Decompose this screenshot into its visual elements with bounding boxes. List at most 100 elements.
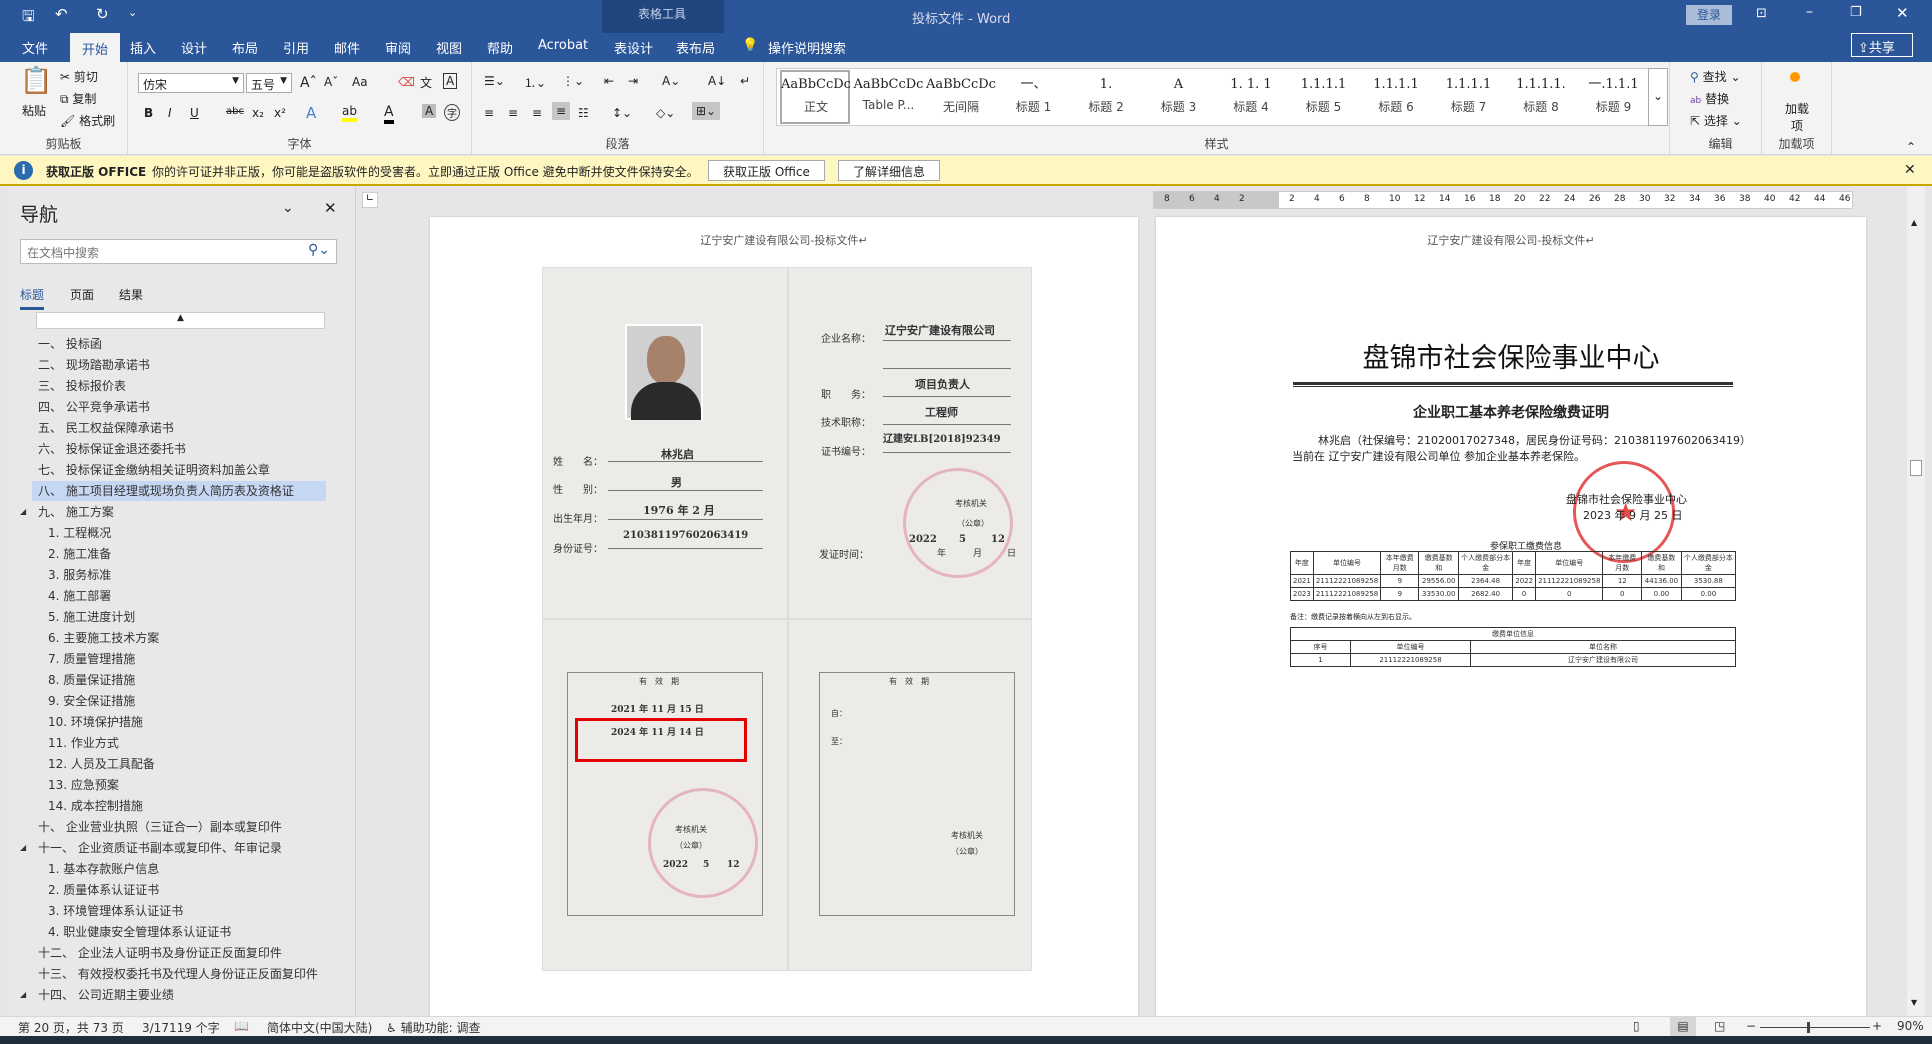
style-item[interactable]: AaBbCcDc 正文 <box>780 72 852 122</box>
increase-indent-icon[interactable]: ⇥ <box>628 74 638 88</box>
nav-close-icon[interactable]: ✕ <box>324 199 337 217</box>
save-icon[interactable]: 🖫 <box>22 6 35 31</box>
nav-heading-item[interactable]: 3. 服务标准 <box>32 565 326 585</box>
nav-heading-item[interactable]: 11. 作业方式 <box>32 733 326 753</box>
superscript-button[interactable]: x² <box>274 106 286 120</box>
tab-file[interactable]: 文件 <box>22 38 48 57</box>
nav-heading-item[interactable]: 4. 职业健康安全管理体系认证证书 <box>32 922 326 942</box>
tab-acrobat[interactable]: Acrobat <box>538 38 588 53</box>
zoom-slider-thumb[interactable] <box>1807 1022 1810 1033</box>
nav-heading-item[interactable]: 十三、 有效授权委托书及代理人身份证正反面复印件 <box>32 964 326 984</box>
tab-help[interactable]: 帮助 <box>487 38 513 57</box>
styles-more-button[interactable]: ⌄ <box>1648 68 1668 126</box>
text-effects-icon[interactable]: A <box>306 104 316 122</box>
style-item[interactable]: AaBbCcDc 无间隔 <box>925 72 997 122</box>
tell-me-search[interactable]: 操作说明搜索 <box>768 38 846 57</box>
multilevel-list-icon[interactable]: ⋮⌄ <box>562 74 584 88</box>
nav-heading-item[interactable]: 五、 民工权益保障承诺书 <box>32 418 326 438</box>
nav-heading-item[interactable]: 三、 投标报价表 <box>32 376 326 396</box>
line-spacing-icon[interactable]: ↕⌄ <box>612 106 632 120</box>
copy-button[interactable]: ⧉ 复制 <box>60 90 96 107</box>
expand-triangle-icon[interactable]: ◢ <box>20 985 26 1005</box>
scrollbar-thumb[interactable] <box>1910 460 1922 476</box>
nav-heading-item[interactable]: 四、 公平竞争承诺书 <box>32 397 326 417</box>
show-marks-icon[interactable]: ↵ <box>740 74 750 88</box>
nav-search-input[interactable]: 在文档中搜索 ⚲⌄ <box>20 239 337 264</box>
nav-heading-item[interactable]: 八、 施工项目经理或现场负责人简历表及资格证 <box>32 481 326 501</box>
zoom-level[interactable]: 90% <box>1897 1019 1924 1033</box>
web-layout-icon[interactable]: ◳ <box>1714 1019 1725 1033</box>
nav-heading-item[interactable]: 4. 施工部署 <box>32 586 326 606</box>
nav-heading-item[interactable]: 七、 投标保证金缴纳相关证明资料加盖公章 <box>32 460 326 480</box>
style-item[interactable]: 1. 标题 2 <box>1070 72 1142 122</box>
ribbon-display-icon[interactable]: ⊡ <box>1756 6 1767 21</box>
underline-button[interactable]: U <box>190 106 199 120</box>
bold-button[interactable]: B <box>144 106 153 120</box>
close-button[interactable]: ✕ <box>1896 4 1909 22</box>
style-item[interactable]: 1.1.1.1 标题 6 <box>1360 72 1432 122</box>
char-shading-icon[interactable]: A <box>422 104 437 118</box>
highlight-icon[interactable]: ab <box>342 104 357 122</box>
login-button[interactable]: 登录 <box>1686 5 1732 25</box>
tab-layout[interactable]: 布局 <box>232 38 258 57</box>
tab-view[interactable]: 视图 <box>436 38 462 57</box>
tab-table-design[interactable]: 表设计 <box>614 38 653 57</box>
nav-options-icon[interactable]: ⌄ <box>282 200 294 216</box>
accessibility-status[interactable]: ♿ 辅助功能: 调查 <box>386 1019 480 1036</box>
cut-button[interactable]: ✂ 剪切 <box>60 68 98 85</box>
minimize-button[interactable]: – <box>1806 4 1813 20</box>
scroll-up-icon[interactable]: ▲ <box>1911 218 1917 227</box>
change-case-button[interactable]: Aa <box>352 75 368 89</box>
char-border-icon[interactable]: A <box>443 73 458 89</box>
style-item[interactable]: 1. 1. 1 标题 4 <box>1215 72 1287 122</box>
align-left-icon[interactable]: ≡ <box>484 106 494 120</box>
replace-button[interactable]: ab 替换 <box>1690 90 1729 107</box>
tab-selector-icon[interactable]: ∟ <box>362 192 378 208</box>
restore-button[interactable]: ❐ <box>1850 5 1862 20</box>
font-name-combo[interactable]: 仿宋 ▼ <box>138 73 244 93</box>
share-button[interactable]: ⇪共享 ⌄ <box>1851 33 1913 71</box>
expand-triangle-icon[interactable]: ◢ <box>20 502 26 522</box>
style-item[interactable]: 1.1.1.1 标题 5 <box>1288 72 1360 122</box>
grow-font-icon[interactable]: Aˆ <box>300 75 317 91</box>
nav-heading-item[interactable]: 7. 质量管理措施 <box>32 649 326 669</box>
collapse-ribbon-icon[interactable]: ⌃ <box>1906 140 1916 154</box>
horizontal-ruler[interactable]: 8 6 4 2 2 4 6 8 10 12 14 16 18 20 22 24 26 28 30 32 34 36 38 40… <box>1153 191 1853 209</box>
proofing-icon[interactable]: 📖 <box>234 1019 249 1033</box>
tab-design[interactable]: 设计 <box>181 38 207 57</box>
nav-heading-item[interactable]: ◢ 九、 施工方案 <box>20 502 326 522</box>
select-button[interactable]: ⇱ 选择 ⌄ <box>1690 112 1742 129</box>
nav-heading-item[interactable]: 1. 工程概况 <box>32 523 326 543</box>
customize-qat-icon[interactable]: ⌄ <box>128 6 137 19</box>
sort-icon[interactable]: A↓ <box>708 74 726 88</box>
addins-button[interactable]: 加载项 <box>1782 100 1812 134</box>
font-color-icon[interactable]: A <box>384 104 394 124</box>
strikethrough-button[interactable]: abc <box>226 106 244 117</box>
nav-heading-item[interactable]: 1. 基本存款账户信息 <box>32 859 326 879</box>
shrink-font-icon[interactable]: Aˇ <box>324 75 338 89</box>
nav-heading-item[interactable]: 5. 施工进度计划 <box>32 607 326 627</box>
nav-heading-item[interactable]: 二、 现场踏勘承诺书 <box>32 355 326 375</box>
asian-layout-icon[interactable]: A⌄ <box>662 74 680 88</box>
tab-mailings[interactable]: 邮件 <box>334 38 360 57</box>
word-count[interactable]: 3/17119 个字 <box>142 1019 220 1036</box>
search-icon[interactable]: ⚲⌄ <box>308 242 330 258</box>
distributed-icon[interactable]: ☷ <box>578 106 589 120</box>
page-count[interactable]: 第 20 页，共 73 页 <box>18 1019 124 1036</box>
paste-button[interactable]: 粘贴 <box>22 102 46 119</box>
scroll-to-top-button[interactable]: ▲ <box>36 312 325 329</box>
format-painter-button[interactable]: 🖌 格式刷 <box>60 112 115 129</box>
tab-table-layout[interactable]: 表布局 <box>676 38 715 57</box>
nav-heading-item[interactable]: 六、 投标保证金退还委托书 <box>32 439 326 459</box>
style-item[interactable]: AaBbCcDc Table P... <box>853 72 925 122</box>
get-genuine-button[interactable]: 获取正版 Office <box>708 160 825 181</box>
nav-heading-item[interactable]: ◢ 十四、 公司近期主要业绩 <box>20 985 326 1005</box>
expand-triangle-icon[interactable]: ◢ <box>20 838 26 858</box>
zoom-in-button[interactable]: + <box>1872 1019 1882 1033</box>
vertical-scrollbar[interactable]: ▲ ▼ <box>1907 186 1925 1016</box>
align-right-icon[interactable]: ≡ <box>532 106 542 120</box>
nav-heading-item[interactable]: 2. 施工准备 <box>32 544 326 564</box>
style-item[interactable]: 一、 标题 1 <box>998 72 1070 122</box>
justify-icon[interactable]: ≡ <box>552 102 571 120</box>
tab-home[interactable]: 开始 <box>70 33 121 62</box>
